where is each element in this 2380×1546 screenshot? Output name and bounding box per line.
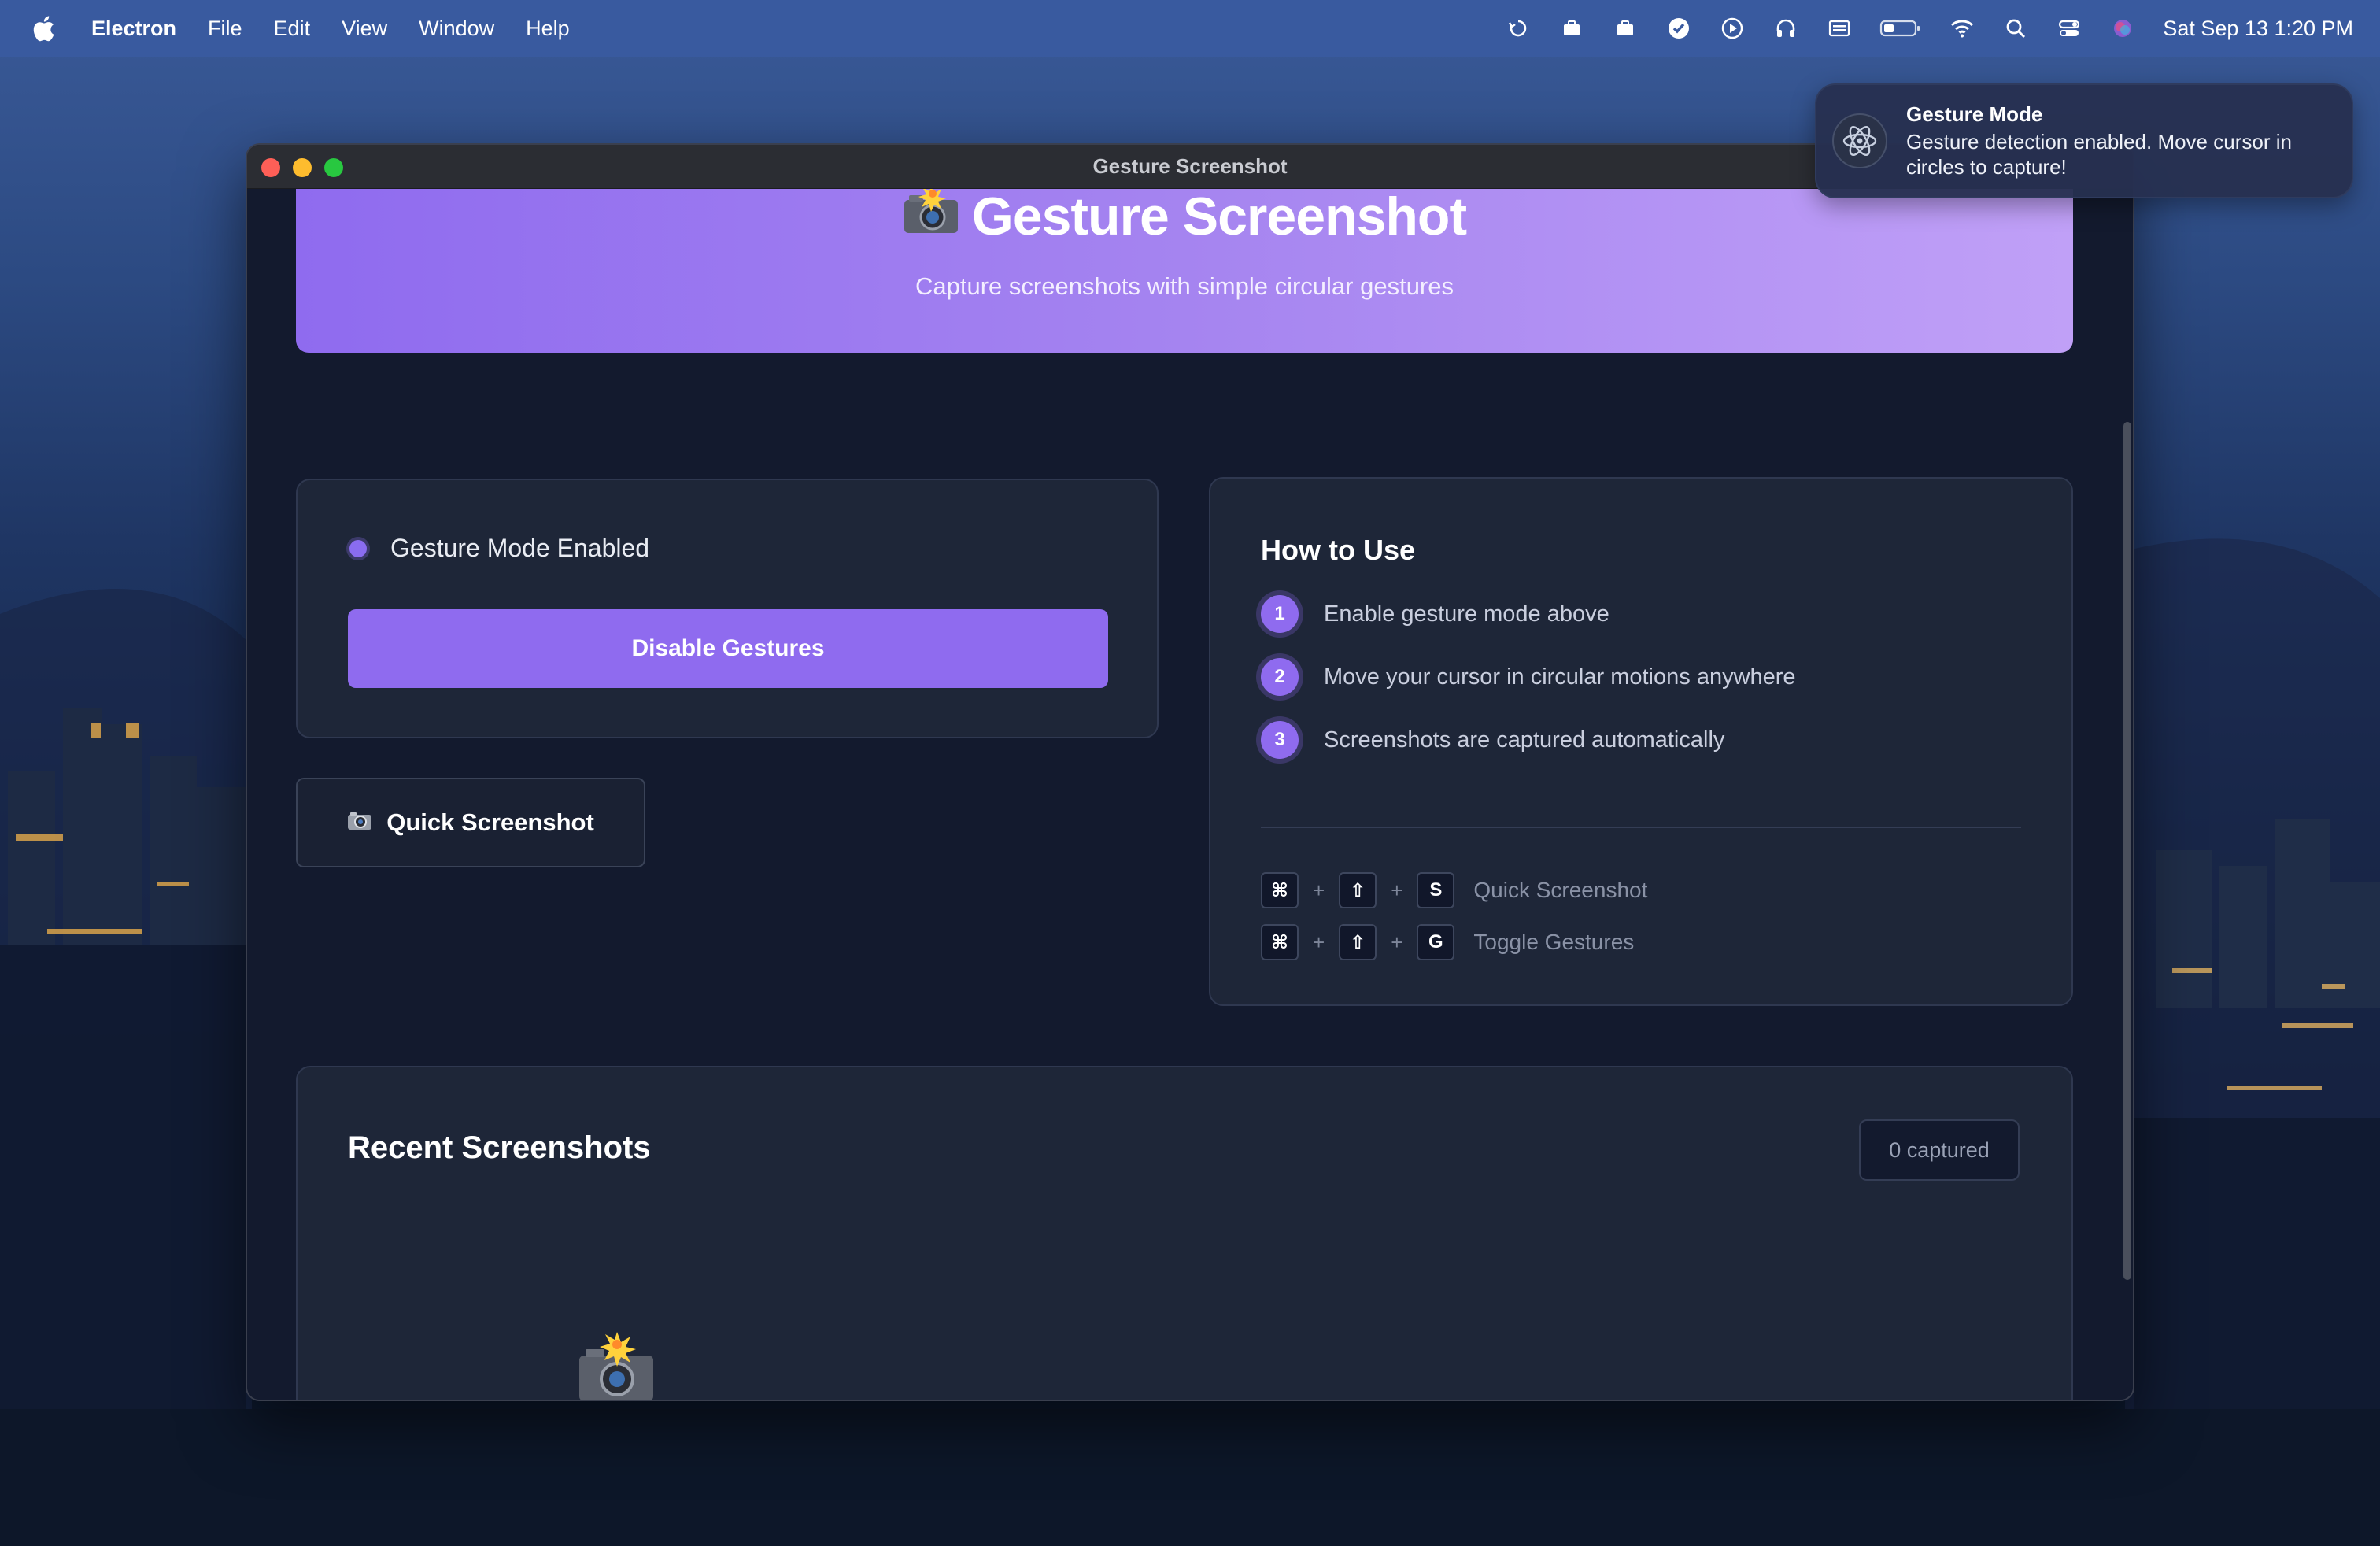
gesture-status: Gesture Mode Enabled [346, 534, 649, 563]
how-to-use-card: How to Use 1 Enable gesture mode above 2… [1209, 477, 2073, 1006]
hero-title: Gesture Screenshot [971, 189, 1467, 246]
key-command: ⌘ [1261, 924, 1299, 960]
key-g: G [1417, 924, 1455, 960]
menu-bar: Electron File Edit View Window Help Sat … [0, 0, 2380, 57]
recent-screenshots-title: Recent Screenshots [348, 1130, 651, 1165]
apple-logo-icon[interactable] [31, 14, 55, 43]
scrollbar[interactable] [2123, 422, 2131, 1280]
app-window: Gesture Screenshot Gesture Screenshot Ca… [246, 143, 2134, 1401]
menu-view[interactable]: View [342, 17, 387, 41]
hero-title-row: Gesture Screenshot [296, 189, 2073, 247]
quick-screenshot-button[interactable]: Quick Screenshot [296, 778, 645, 867]
notification-title: Gesture Mode [1906, 102, 2043, 126]
siri-icon[interactable] [2109, 15, 2136, 42]
disable-gestures-button[interactable]: Disable Gestures [348, 609, 1108, 688]
notification-body: Gesture detection enabled. Move cursor i… [1906, 130, 2292, 179]
control-center-icon[interactable] [2056, 15, 2082, 42]
briefcase-icon[interactable] [1612, 15, 1639, 42]
step-number-badge: 1 [1261, 595, 1299, 633]
key-command: ⌘ [1261, 872, 1299, 908]
electron-app-icon [1832, 113, 1887, 168]
wifi-icon[interactable] [1949, 15, 1975, 42]
key-shift: ⇧ [1339, 872, 1377, 908]
step-item: 3 Screenshots are captured automatically [1261, 721, 1724, 759]
app-content: Gesture Screenshot Capture screenshots w… [247, 189, 2133, 1400]
status-indicator-dot [346, 536, 370, 560]
step-text: Screenshots are captured automatically [1324, 727, 1725, 753]
step-text: Enable gesture mode above [1324, 601, 1609, 627]
camera-flash-icon [578, 1332, 655, 1400]
quick-screenshot-label: Quick Screenshot [386, 808, 594, 836]
step-item: 2 Move your cursor in circular motions a… [1261, 658, 1796, 696]
checkmark-circle-icon[interactable] [1665, 15, 1692, 42]
divider [1261, 827, 2021, 828]
notification-banner[interactable]: Gesture Mode Gesture detection enabled. … [1815, 83, 2353, 198]
menu-edit[interactable]: Edit [274, 17, 311, 41]
shortcut-label: Toggle Gestures [1473, 930, 1635, 954]
key-s: S [1417, 872, 1455, 908]
step-item: 1 Enable gesture mode above [1261, 595, 1609, 633]
briefcase-icon[interactable] [1558, 15, 1585, 42]
search-icon[interactable] [2002, 15, 2029, 42]
menu-file[interactable]: File [208, 17, 242, 41]
hero-banner: Gesture Screenshot Capture screenshots w… [296, 189, 2073, 353]
menu-window[interactable]: Window [419, 17, 494, 41]
window-controls [261, 158, 343, 177]
plus-sign: + [1313, 930, 1325, 954]
play-icon[interactable] [1719, 15, 1746, 42]
shortcut-quick-screenshot: ⌘ + ⇧ + S Quick Screenshot [1261, 872, 1647, 908]
close-window-button[interactable] [261, 158, 280, 177]
hero-subtitle: Capture screenshots with simple circular… [915, 272, 1454, 300]
camera-icon [347, 808, 372, 837]
recent-screenshots-card: Recent Screenshots 0 captured [296, 1066, 2073, 1400]
how-to-use-title: How to Use [1261, 534, 1416, 566]
battery-icon[interactable] [1879, 15, 1922, 42]
step-number-badge: 3 [1261, 721, 1299, 759]
shortcut-label: Quick Screenshot [1473, 878, 1648, 902]
minimize-window-button[interactable] [293, 158, 312, 177]
menu-help[interactable]: Help [526, 17, 570, 41]
shortcut-toggle-gestures: ⌘ + ⇧ + G Toggle Gestures [1261, 924, 1634, 960]
key-shift: ⇧ [1339, 924, 1377, 960]
step-text: Move your cursor in circular motions any… [1324, 664, 1796, 690]
plus-sign: + [1391, 930, 1403, 954]
keyboard-icon[interactable] [1826, 15, 1853, 42]
window-title: Gesture Screenshot [1092, 154, 1288, 178]
plus-sign: + [1391, 878, 1403, 902]
menubar-clock[interactable]: Sat Sep 13 1:20 PM [2163, 17, 2353, 41]
plus-sign: + [1313, 878, 1325, 902]
maximize-window-button[interactable] [324, 158, 343, 177]
menu-app-name[interactable]: Electron [91, 17, 176, 41]
gesture-control-card: Gesture Mode Enabled Disable Gestures [296, 479, 1159, 738]
captured-count-badge: 0 captured [1859, 1119, 2020, 1181]
step-number-badge: 2 [1261, 658, 1299, 696]
headphones-icon[interactable] [1772, 15, 1799, 42]
sync-icon[interactable] [1505, 15, 1532, 42]
gesture-status-label: Gesture Mode Enabled [390, 534, 650, 562]
camera-flash-icon [903, 189, 959, 247]
